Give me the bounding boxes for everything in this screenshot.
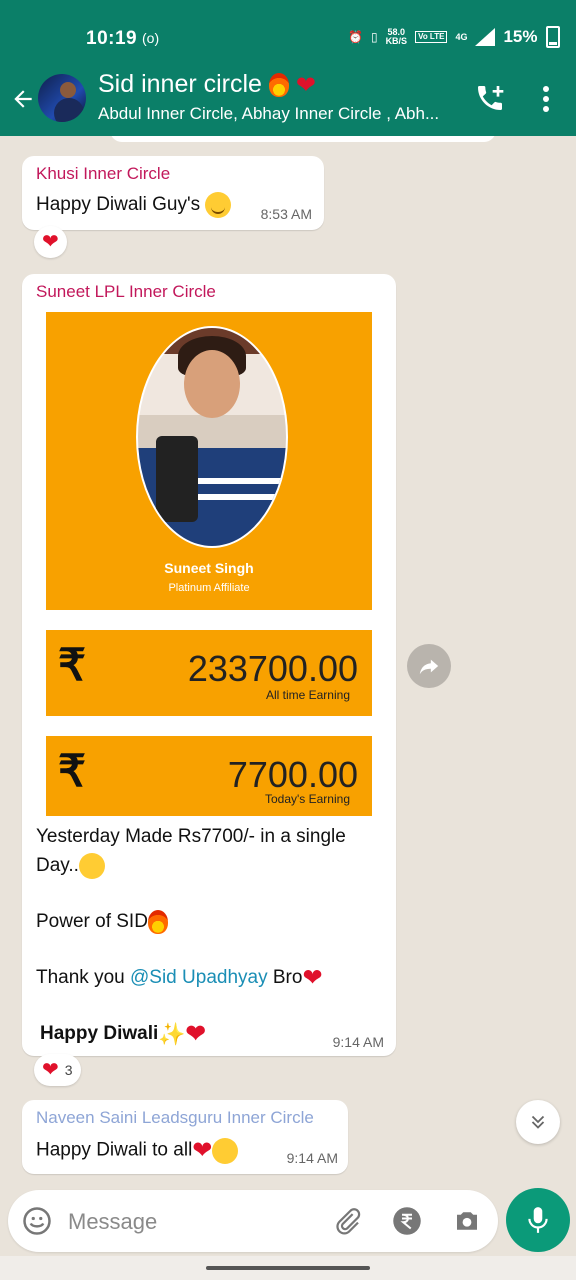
chat-title[interactable]: Sid inner circle ❤	[98, 70, 316, 100]
forward-icon[interactable]	[407, 644, 451, 688]
message-time: 9:14 AM	[286, 1150, 338, 1166]
mic-icon	[528, 1207, 548, 1233]
today-label: Today's Earning	[264, 792, 350, 806]
message-input[interactable]	[66, 1204, 320, 1240]
group-avatar[interactable]	[38, 74, 86, 122]
rupee-icon: ₹	[58, 641, 86, 690]
rupee-icon: ₹	[58, 747, 86, 796]
profile-card-image[interactable]: Suneet Singh Platinum Affiliate	[46, 312, 372, 610]
signal-icon	[475, 28, 496, 46]
rupee-payment-icon[interactable]	[392, 1206, 422, 1236]
message-bubble[interactable]: Khusi Inner Circle Happy Diwali Guy's 8:…	[22, 156, 324, 230]
battery-icon	[545, 26, 560, 48]
heart-eyes-emoji	[78, 852, 105, 879]
volte-badge: Vo LTE	[415, 31, 448, 43]
add-call-icon[interactable]	[474, 82, 506, 114]
chat-area[interactable]: Khusi Inner Circle Happy Diwali Guy's 8:…	[0, 136, 576, 1190]
chevron-down-icon	[531, 1115, 545, 1129]
status-time: 10:19	[86, 28, 138, 49]
heart-emoji: ❤	[192, 1137, 213, 1164]
network-speed: 58.0 KB/S	[385, 27, 408, 46]
more-options-icon[interactable]	[536, 84, 556, 114]
message-time: 9:14 AM	[332, 1034, 384, 1050]
status-bar: 10:19 (o) ⏰ ▯ 58.0 KB/S Vo LTE 4G 15%	[0, 0, 576, 76]
vibrate-icon: ▯	[370, 30, 378, 44]
system-nav-bar	[0, 1256, 576, 1280]
voice-record-button[interactable]	[506, 1188, 570, 1252]
camera-icon[interactable]	[452, 1206, 482, 1236]
user-mention[interactable]: @Sid Upadhyay	[130, 967, 268, 988]
message-text: Yesterday Made Rs7700/- in a single Day.…	[36, 826, 346, 1048]
heart-emoji: ❤	[185, 1020, 206, 1048]
message-bubble[interactable]: Naveen Saini Leadsguru Inner Circle Happ…	[22, 1100, 348, 1174]
heart-reaction-icon: ❤	[42, 231, 59, 253]
today-amount: 7700.00	[227, 754, 358, 795]
attach-icon[interactable]	[332, 1206, 362, 1236]
home-gesture-bar[interactable]	[206, 1266, 370, 1270]
reaction-badge[interactable]: ❤	[34, 226, 67, 258]
status-icons: ⏰ ▯ 58.0 KB/S Vo LTE 4G 15%	[348, 26, 560, 48]
emoji-icon[interactable]	[22, 1206, 52, 1236]
message-bubble[interactable]: Suneet LPL Inner Circle Suneet Singh Pla…	[22, 274, 396, 1056]
phone-in-hand	[156, 436, 198, 522]
profile-photo	[136, 326, 288, 548]
battery-percent: 15%	[503, 27, 538, 46]
all-time-amount: 233700.00	[187, 648, 358, 689]
heart-ribbon-emoji: ❤	[302, 964, 323, 992]
cast-icon: (o)	[142, 30, 160, 46]
fire-emoji	[147, 909, 168, 934]
message-composer	[8, 1190, 498, 1252]
heart-emoji: ❤	[295, 71, 316, 99]
sender-name: Khusi Inner Circle	[36, 164, 171, 183]
sparkles-emoji: ✨	[158, 1021, 186, 1047]
scroll-to-bottom-button[interactable]	[516, 1100, 560, 1144]
chat-header: Sid inner circle ❤ Abdul Inner Circle, A…	[0, 70, 576, 136]
party-face-emoji	[212, 1137, 239, 1164]
sender-name: Naveen Saini Leadsguru Inner Circle	[36, 1108, 314, 1127]
fire-emoji	[268, 73, 289, 98]
message-text: Happy Diwali to all❤	[36, 1136, 239, 1165]
message-text: Happy Diwali Guy's	[36, 192, 232, 218]
all-time-label: All time Earning	[265, 688, 350, 702]
card-role: Platinum Affiliate	[168, 582, 250, 594]
back-arrow-icon[interactable]	[10, 86, 36, 119]
chat-participants[interactable]: Abdul Inner Circle, Abhay Inner Circle ,…	[98, 104, 439, 124]
card-name: Suneet Singh	[164, 560, 254, 576]
sender-name: Suneet LPL Inner Circle	[36, 282, 216, 301]
all-time-earning-card[interactable]: ₹ 233700.00 All time Earning	[46, 630, 372, 716]
smiling-hearts-emoji	[205, 192, 232, 218]
todays-earning-card[interactable]: ₹ 7700.00 Today's Earning	[46, 736, 372, 816]
reaction-badge[interactable]: ❤ 3	[34, 1054, 81, 1086]
alarm-icon: ⏰	[348, 30, 363, 44]
network-type: 4G	[455, 32, 468, 42]
reaction-count: 3	[64, 1062, 73, 1078]
heart-reaction-icon: ❤	[42, 1059, 59, 1081]
message-time: 8:53 AM	[260, 206, 312, 222]
previous-message-bubble	[110, 136, 496, 142]
